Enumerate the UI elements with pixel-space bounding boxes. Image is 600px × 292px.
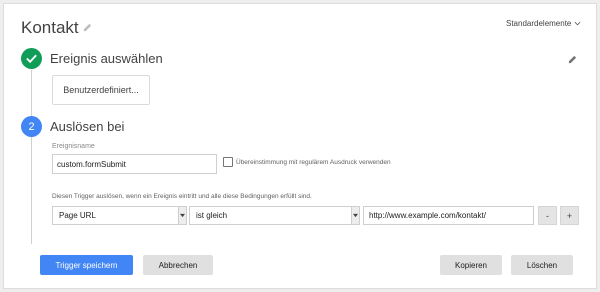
checkmark-icon xyxy=(26,54,37,64)
pencil-icon[interactable] xyxy=(568,55,577,64)
operator-select-value: ist gleich xyxy=(196,211,228,220)
event-type-button[interactable]: Benutzerdefiniert... xyxy=(52,75,150,105)
step1-title: Ereignis auswählen xyxy=(50,51,163,66)
chevron-down-icon xyxy=(574,21,581,26)
pencil-icon[interactable] xyxy=(83,23,92,32)
remove-condition-button[interactable]: - xyxy=(538,206,557,225)
step1-status-icon xyxy=(21,48,42,69)
add-condition-button[interactable]: + xyxy=(560,206,579,225)
step-connector-line xyxy=(31,70,32,244)
event-name-input[interactable] xyxy=(52,154,217,174)
variable-select[interactable]: Page URL xyxy=(52,206,187,225)
delete-button[interactable]: Löschen xyxy=(511,255,573,275)
conditions-description: Diesen Trigger auslösen, wenn ein Ereign… xyxy=(52,193,312,200)
cancel-button[interactable]: Abbrechen xyxy=(143,255,213,275)
regex-checkbox[interactable] xyxy=(223,157,233,167)
condition-value-input[interactable] xyxy=(363,206,534,225)
page-title: Kontakt xyxy=(21,18,79,37)
save-trigger-button[interactable]: Trigger speichern xyxy=(40,255,133,275)
standard-elements-dropdown[interactable]: Standardelemente xyxy=(506,19,581,28)
dropdown-arrow-icon xyxy=(351,207,359,224)
trigger-editor-card: Kontakt Standardelemente Ereignis auswäh… xyxy=(3,3,597,289)
operator-select[interactable]: ist gleich xyxy=(189,206,360,225)
dropdown-arrow-icon xyxy=(178,207,186,224)
standard-elements-label: Standardelemente xyxy=(506,19,572,28)
step2-number-badge: 2 xyxy=(21,116,42,137)
step2-title: Auslösen bei xyxy=(50,119,125,134)
event-name-label: Ereignisname xyxy=(52,143,95,150)
variable-select-value: Page URL xyxy=(59,211,96,220)
regex-checkbox-label: Übereinstimmung mit regulärem Ausdruck v… xyxy=(236,159,391,166)
copy-button[interactable]: Kopieren xyxy=(440,255,502,275)
